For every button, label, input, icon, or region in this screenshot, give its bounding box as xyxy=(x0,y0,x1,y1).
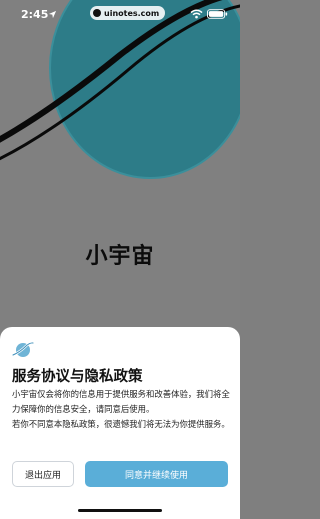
location-arrow-icon xyxy=(48,10,57,19)
wifi-icon xyxy=(190,9,203,19)
app-screen: 小宇宙 2:45 uinotes.com 服务协议与隐私政策 小宇宙仅会将你的信… xyxy=(0,0,240,519)
home-indicator[interactable] xyxy=(78,509,162,512)
battery-icon xyxy=(207,9,228,19)
watermark-text: uinotes.com xyxy=(104,8,160,18)
privacy-policy-sheet: 服务协议与隐私政策 小宇宙仅会将你的信息用于提供服务和改善体验，我们将全力保障你… xyxy=(0,327,240,519)
sheet-body: 小宇宙仅会将你的信息用于提供服务和改善体验，我们将全力保障你的信息安全，请同意后… xyxy=(12,387,230,432)
watermark-logo-icon xyxy=(93,9,101,17)
planet-logo-icon xyxy=(12,341,34,357)
status-bar: 2:45 uinotes.com xyxy=(0,0,240,30)
policy-paragraph-1: 小宇宙仅会将你的信息用于提供服务和改善体验，我们将全力保障你的信息安全，请同意后… xyxy=(12,389,230,414)
sheet-title: 服务协议与隐私政策 xyxy=(12,369,143,385)
planet-illustration xyxy=(0,0,240,330)
watermark-badge: uinotes.com xyxy=(90,6,166,20)
policy-paragraph-2: 若你不同意本隐私政策，很遗憾我们将无法为你提供服务。 xyxy=(12,419,230,429)
app-title: 小宇宙 xyxy=(85,244,155,269)
status-time: 2:45 xyxy=(21,8,49,21)
exit-app-button[interactable]: 退出应用 xyxy=(12,461,74,487)
agree-continue-button[interactable]: 同意并继续使用 xyxy=(85,461,228,487)
